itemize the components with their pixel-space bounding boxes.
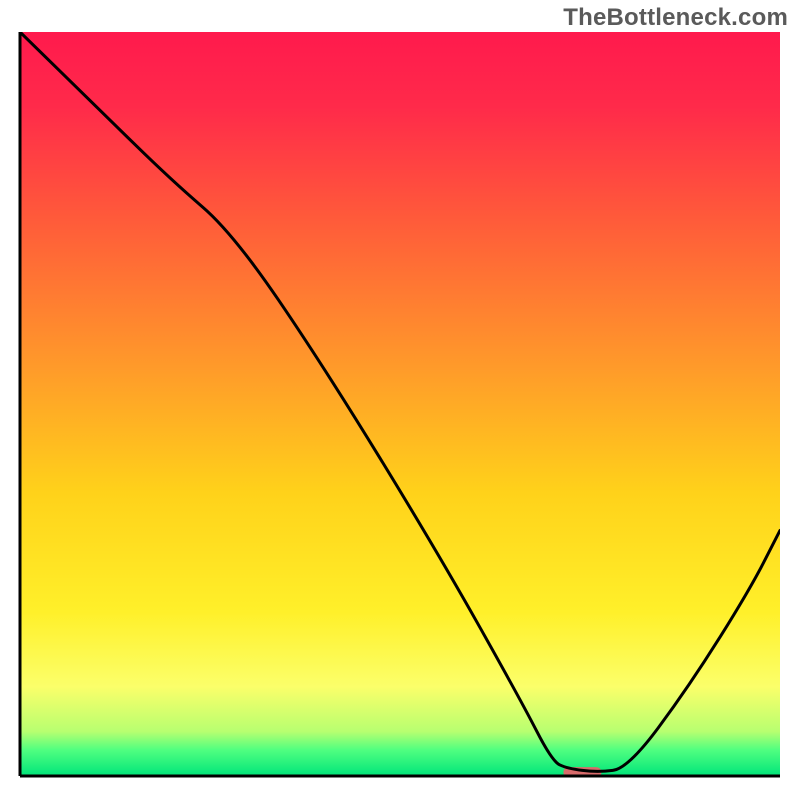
- bottleneck-chart: [0, 0, 800, 800]
- chart-container: TheBottleneck.com: [0, 0, 800, 800]
- watermark-text: TheBottleneck.com: [563, 4, 788, 32]
